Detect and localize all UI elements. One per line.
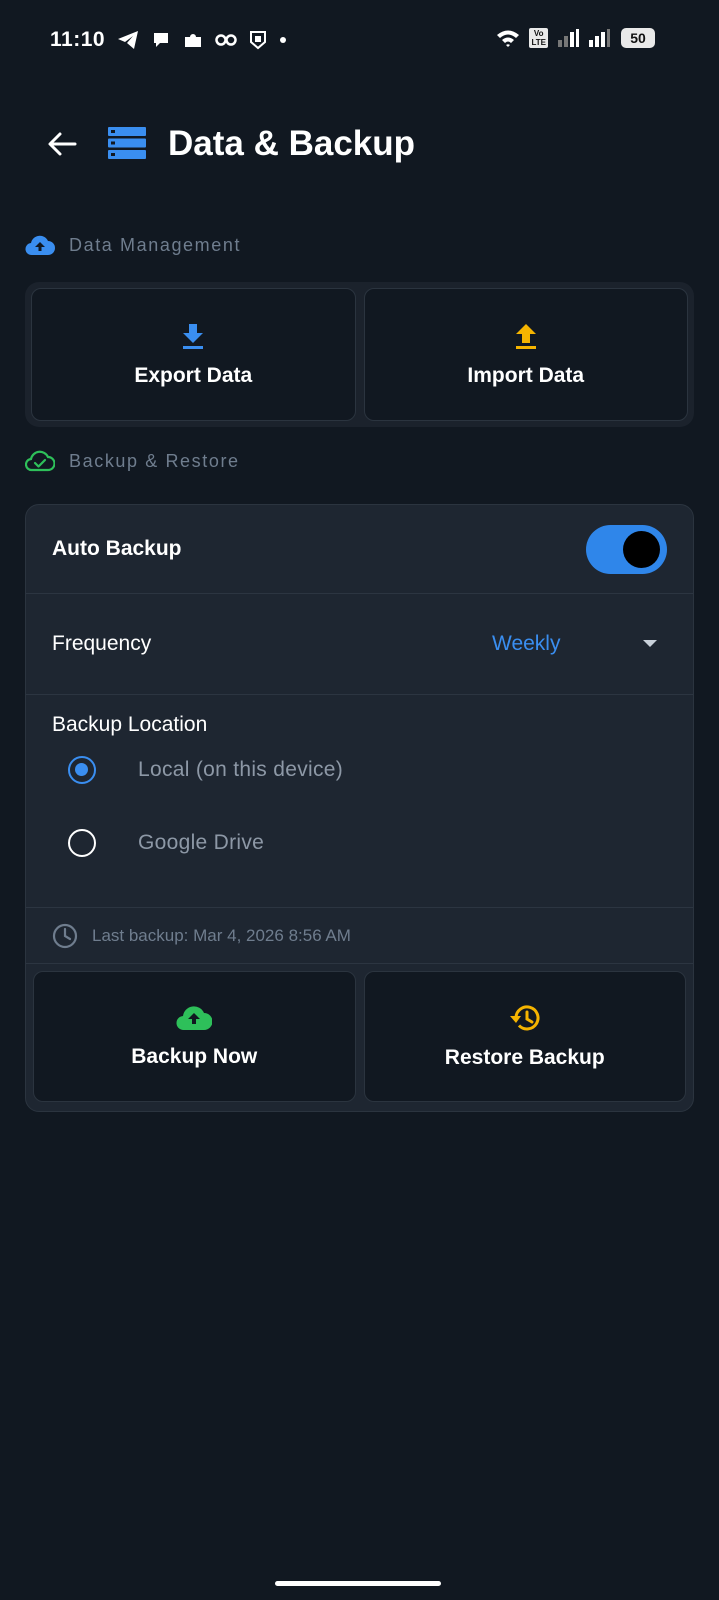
signal-icon-2 (589, 29, 610, 47)
arrow-left-icon (48, 132, 77, 156)
shield-app-icon (250, 31, 266, 50)
backup-location-row: Backup Location Local (on this device) G… (26, 695, 693, 908)
battery-icon: 50 (621, 28, 655, 48)
status-time: 11:10 (50, 28, 106, 51)
download-icon (183, 323, 204, 349)
history-icon (509, 1005, 540, 1030)
frequency-label: Frequency (52, 632, 152, 655)
frequency-row[interactable]: Frequency Weekly (26, 594, 693, 695)
backup-restore-card: Auto Backup Frequency Weekly Backup Loca… (25, 504, 694, 1112)
restore-backup-label: Restore Backup (444, 1045, 605, 1069)
cloud-upload-icon (25, 235, 55, 256)
back-button[interactable] (44, 126, 80, 162)
dot-icon (280, 37, 286, 43)
auto-backup-label: Auto Backup (52, 537, 182, 560)
auto-backup-toggle[interactable] (586, 524, 667, 574)
cloud-upload-icon (176, 1005, 213, 1030)
volte-badge: Vo LTE (529, 28, 548, 48)
restore-backup-button[interactable]: Restore Backup (363, 971, 686, 1102)
frequency-dropdown[interactable]: Weekly (492, 632, 560, 656)
signal-icon (558, 29, 579, 47)
data-management-card: Export Data Import Data (25, 282, 694, 427)
last-backup-text: Last backup: Mar 4, 2026 8:56 AM (92, 925, 351, 945)
export-data-label: Export Data (134, 363, 253, 387)
chevron-down-icon (643, 640, 657, 647)
location-option-label: Local (on this device) (138, 758, 344, 781)
storage-icon (108, 127, 146, 164)
section-label: Data Management (69, 234, 242, 255)
upload-icon (515, 323, 536, 349)
cloud-check-icon (25, 450, 55, 472)
chat-bubble-icon (154, 33, 168, 47)
system-status-icons: Vo LTE 50 (496, 28, 655, 48)
telegram-icon (118, 31, 138, 49)
radio-button-google-drive[interactable] (68, 829, 96, 857)
toggle-knob (623, 530, 660, 568)
glasses-icon (215, 34, 237, 46)
backup-restore-header: Backup & Restore (25, 450, 240, 472)
backup-now-button[interactable]: Backup Now (33, 971, 356, 1102)
location-option-google-drive[interactable]: Google Drive (68, 829, 264, 857)
backup-now-label: Backup Now (131, 1044, 258, 1068)
backup-actions: Backup Now Restore Backup (26, 964, 693, 1111)
section-label: Backup & Restore (69, 450, 240, 471)
radio-button-local[interactable] (68, 756, 96, 784)
import-data-button[interactable]: Import Data (363, 288, 688, 421)
puzzle-icon (185, 34, 201, 47)
data-management-header: Data Management (25, 234, 241, 256)
location-option-local[interactable]: Local (on this device) (68, 756, 343, 784)
home-indicator[interactable] (275, 1581, 441, 1586)
clock-icon (52, 923, 78, 948)
location-option-label: Google Drive (138, 831, 265, 854)
wifi-icon (497, 30, 520, 47)
import-data-label: Import Data (467, 363, 585, 387)
backup-location-title: Backup Location (52, 713, 208, 736)
notification-icons (117, 30, 287, 50)
auto-backup-row: Auto Backup (26, 505, 693, 594)
page-title: Data & Backup (168, 124, 416, 163)
last-backup-row: Last backup: Mar 4, 2026 8:56 AM (26, 908, 693, 964)
export-data-button[interactable]: Export Data (31, 288, 356, 421)
